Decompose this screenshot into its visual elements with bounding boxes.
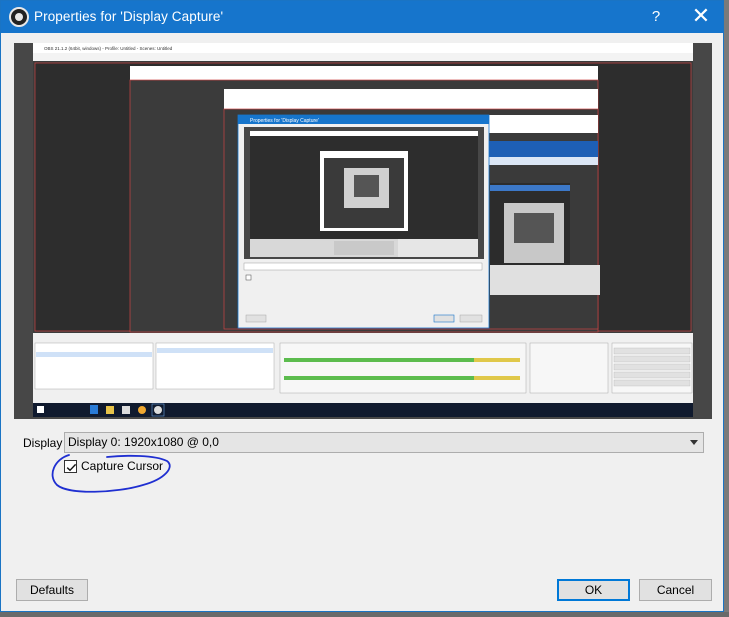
- capture-preview: OBS 21.1.2 (64bit, windows) - Profile: U…: [14, 43, 712, 419]
- hand-drawn-circle-annotation: [51, 454, 171, 493]
- preview-obs-title: OBS 21.1.2 (64bit, windows) - Profile: U…: [44, 46, 173, 51]
- display-select-value: Display 0: 1920x1080 @ 0,0: [68, 435, 219, 449]
- help-button[interactable]: ?: [634, 1, 678, 33]
- ok-button[interactable]: OK: [557, 579, 630, 601]
- chevron-down-icon: [690, 440, 698, 445]
- obs-logo-icon: [9, 7, 29, 27]
- background-window-edge: [724, 0, 729, 617]
- defaults-button[interactable]: Defaults: [16, 579, 88, 601]
- display-label: Display: [23, 436, 63, 450]
- close-button[interactable]: ✕: [679, 1, 723, 33]
- background-window-bottom: [0, 612, 729, 617]
- window-title: Properties for 'Display Capture': [34, 9, 224, 24]
- properties-dialog: Properties for 'Display Capture' ? ✕ OBS…: [0, 0, 724, 612]
- title-bar[interactable]: Properties for 'Display Capture' ? ✕: [1, 1, 723, 33]
- preview-recursive-capture: OBS 21.1.2 (64bit, windows) - Profile: U…: [14, 43, 712, 419]
- cancel-button[interactable]: Cancel: [639, 579, 712, 601]
- nested-dialog-title: Properties for 'Display Capture': [250, 118, 319, 124]
